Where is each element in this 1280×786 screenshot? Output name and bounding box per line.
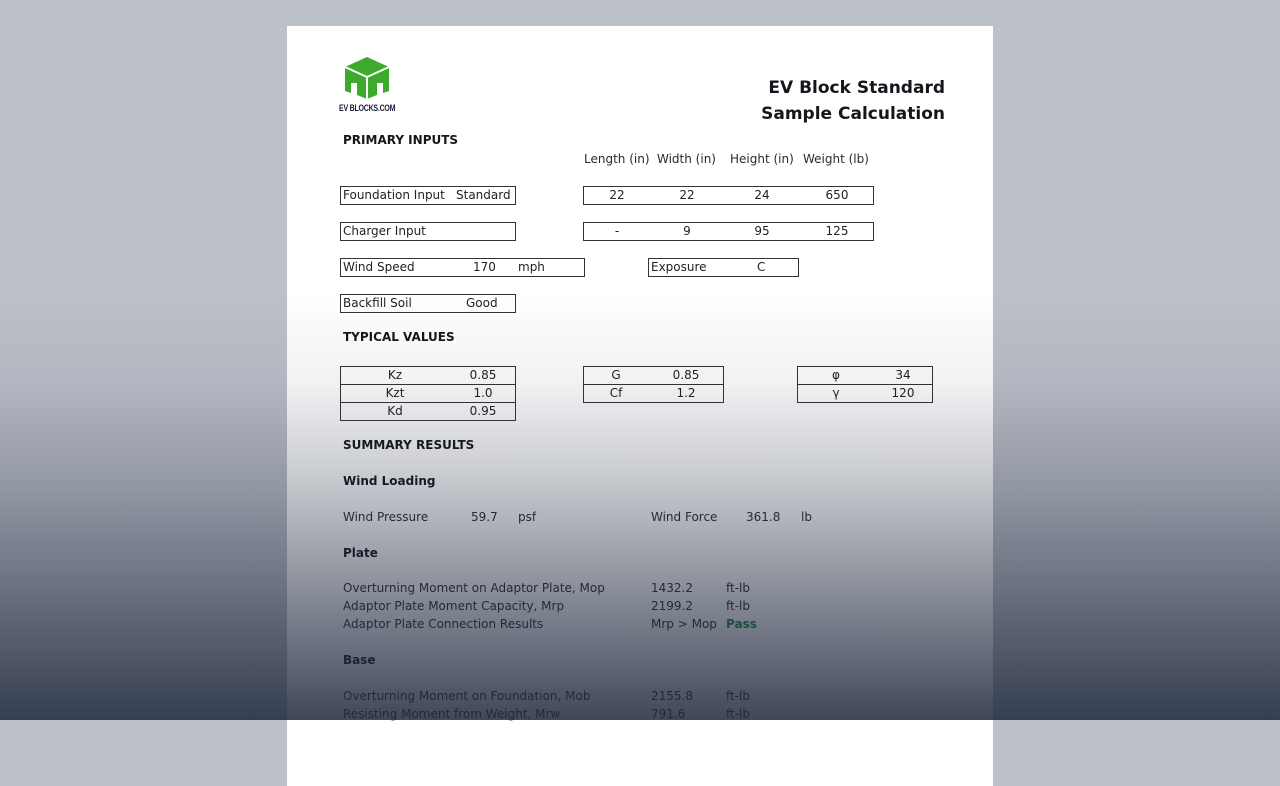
plate-heading: Plate <box>343 546 378 560</box>
wind-speed-field[interactable]: Wind Speed 170 mph <box>340 258 585 277</box>
g-label: G <box>611 368 621 382</box>
col-width: Width (in) <box>657 152 716 166</box>
wind-force-unit: lb <box>801 510 812 524</box>
wind-pressure-unit: psf <box>518 510 537 524</box>
kz-value: 0.85 <box>469 368 497 382</box>
foundation-input-label: Foundation Input <box>343 188 445 202</box>
wind-speed-value: 170 <box>473 260 496 274</box>
exposure-value: C <box>757 260 766 274</box>
plate-row-unit: ft-lb <box>726 581 750 595</box>
charger-dims-field[interactable]: - 9 95 125 <box>583 222 874 241</box>
wind-speed-unit: mph <box>518 260 545 274</box>
table-row: Kzt 1.0 <box>341 385 515 403</box>
wind-force-value: 361.8 <box>746 510 781 524</box>
plate-row-value: 1432.2 <box>651 581 693 595</box>
table-row: Kd 0.95 <box>341 403 515 420</box>
typical-values-table-soil: φ 34 γ 120 <box>797 366 933 403</box>
gamma-label: γ <box>832 386 840 400</box>
foundation-height: 24 <box>754 188 770 202</box>
foundation-input-value: Standard <box>456 188 511 202</box>
charger-weight: 125 <box>825 224 849 238</box>
plate-row-label: Adaptor Plate Moment Capacity, Mrp <box>343 599 565 613</box>
kd-label: Kd <box>387 404 403 418</box>
doc-title-line1: EV Block Standard <box>768 78 945 98</box>
backfill-soil-value: Good <box>466 296 498 310</box>
base-row-label: Resisting Moment from Weight, Mrw <box>343 707 561 721</box>
base-row-label: Overturning Moment on Foundation, Mob <box>343 689 591 703</box>
wind-pressure-label: Wind Pressure <box>343 510 429 524</box>
typical-values-heading: TYPICAL VALUES <box>343 330 455 344</box>
plate-row-label: Adaptor Plate Connection Results <box>343 617 544 631</box>
charger-input-label: Charger Input <box>343 224 426 238</box>
typical-values-table-k: Kz 0.85 Kzt 1.0 Kd 0.95 <box>340 366 516 421</box>
table-row: γ 120 <box>798 385 932 402</box>
foundation-weight: 650 <box>825 188 849 202</box>
typical-values-table-g: G 0.85 Cf 1.2 <box>583 366 724 403</box>
base-row-unit: ft-lb <box>726 707 750 721</box>
base-row-value: 791.6 <box>651 707 686 721</box>
foundation-input-field[interactable]: Foundation Input Standard <box>340 186 516 205</box>
phi-label: φ <box>832 368 840 382</box>
pass-status-badge: Pass <box>726 617 757 631</box>
logo-text: EV BLOCKS.COM <box>339 103 396 113</box>
kzt-label: Kzt <box>385 386 405 400</box>
wind-pressure-value: 59.7 <box>471 510 498 524</box>
plate-row-value: Mrp > Mop <box>651 617 717 631</box>
foundation-width: 22 <box>679 188 695 202</box>
exposure-label: Exposure <box>651 260 707 274</box>
col-length: Length (in) <box>584 152 650 166</box>
foundation-length: 22 <box>609 188 625 202</box>
foundation-dims-field[interactable]: 22 22 24 650 <box>583 186 874 205</box>
gamma-value: 120 <box>891 386 915 400</box>
charger-length: - <box>614 224 620 238</box>
col-weight: Weight (lb) <box>803 152 869 166</box>
base-row-value: 2155.8 <box>651 689 693 703</box>
phi-value: 34 <box>895 368 911 382</box>
kz-label: Kz <box>387 368 403 382</box>
col-height: Height (in) <box>730 152 794 166</box>
plate-row-unit: ft-lb <box>726 599 750 613</box>
wind-loading-heading: Wind Loading <box>343 474 436 488</box>
doc-title-line2: Sample Calculation <box>761 104 945 124</box>
backfill-soil-field[interactable]: Backfill Soil Good <box>340 294 516 313</box>
table-row: φ 34 <box>798 367 932 385</box>
kd-value: 0.95 <box>469 404 497 418</box>
charger-width: 9 <box>683 224 691 238</box>
base-heading: Base <box>343 653 376 667</box>
table-row: G 0.85 <box>584 367 723 385</box>
plate-row-value: 2199.2 <box>651 599 693 613</box>
base-row-unit: ft-lb <box>726 689 750 703</box>
table-row: Cf 1.2 <box>584 385 723 402</box>
primary-inputs-heading: PRIMARY INPUTS <box>343 133 459 147</box>
cf-value: 1.2 <box>676 386 696 400</box>
summary-results-heading: SUMMARY RESULTS <box>343 438 475 452</box>
plate-row-label: Overturning Moment on Adaptor Plate, Mop <box>343 581 605 595</box>
kzt-value: 1.0 <box>473 386 493 400</box>
charger-height: 95 <box>754 224 770 238</box>
backfill-soil-label: Backfill Soil <box>343 296 412 310</box>
exposure-field[interactable]: Exposure C <box>648 258 799 277</box>
cf-label: Cf <box>609 386 623 400</box>
wind-force-label: Wind Force <box>651 510 718 524</box>
g-value: 0.85 <box>672 368 700 382</box>
table-row: Kz 0.85 <box>341 367 515 385</box>
charger-input-field[interactable]: Charger Input <box>340 222 516 241</box>
wind-speed-label: Wind Speed <box>343 260 415 274</box>
